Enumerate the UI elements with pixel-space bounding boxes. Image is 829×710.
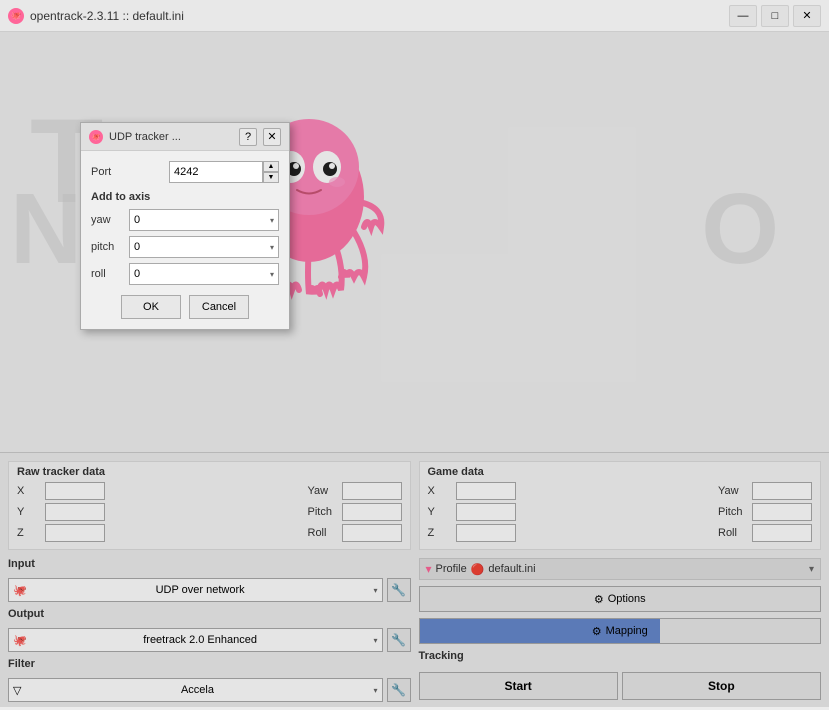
dialog-app-icon: 🐙	[89, 130, 103, 144]
title-bar: 🐙 opentrack-2.3.11 :: default.ini — □ ✕	[0, 0, 829, 32]
udp-tracker-dialog: 🐙 UDP tracker ... ? ✕ Port 4242 ▲ ▼	[80, 122, 290, 330]
ok-button[interactable]: OK	[121, 295, 181, 319]
dialog-help-button[interactable]: ?	[239, 128, 257, 146]
add-to-axis-label: Add to axis	[91, 191, 279, 203]
pitch-axis-value: 0	[134, 241, 140, 253]
window-title: opentrack-2.3.11 :: default.ini	[30, 9, 729, 23]
dialog-buttons: OK Cancel	[91, 295, 279, 319]
port-spinner: ▲ ▼	[263, 161, 279, 183]
yaw-axis-row: yaw 0 ▾	[91, 209, 279, 231]
roll-axis-row: roll 0 ▾	[91, 263, 279, 285]
maximize-button[interactable]: □	[761, 5, 789, 27]
yaw-axis-chevron-icon: ▾	[270, 216, 274, 225]
port-up-button[interactable]: ▲	[263, 161, 279, 172]
port-down-button[interactable]: ▼	[263, 172, 279, 183]
pitch-axis-select[interactable]: 0 ▾	[129, 236, 279, 258]
roll-axis-value: 0	[134, 268, 140, 280]
yaw-axis-select[interactable]: 0 ▾	[129, 209, 279, 231]
roll-axis-chevron-icon: ▾	[270, 270, 274, 279]
dialog-title-bar: 🐙 UDP tracker ... ? ✕	[81, 123, 289, 151]
port-value: 4242	[174, 166, 198, 178]
dialog-title: UDP tracker ...	[109, 131, 233, 143]
port-input[interactable]: 4242	[169, 161, 263, 183]
app-icon: 🐙	[8, 8, 24, 24]
roll-axis-select[interactable]: 0 ▾	[129, 263, 279, 285]
roll-axis-label: roll	[91, 268, 121, 280]
pitch-axis-label: pitch	[91, 241, 121, 253]
main-content: T NO O Yaw pitch Pitch Roll Pitch Roll	[0, 32, 829, 707]
cancel-button[interactable]: Cancel	[189, 295, 249, 319]
port-row: Port 4242 ▲ ▼	[91, 161, 279, 183]
minimize-button[interactable]: —	[729, 5, 757, 27]
pitch-axis-chevron-icon: ▾	[270, 243, 274, 252]
dialog-body: Port 4242 ▲ ▼ Add to axis yaw 0	[81, 151, 289, 329]
pitch-axis-row: pitch 0 ▾	[91, 236, 279, 258]
close-button[interactable]: ✕	[793, 5, 821, 27]
yaw-axis-label: yaw	[91, 214, 121, 226]
port-label: Port	[91, 166, 161, 178]
dialog-close-button[interactable]: ✕	[263, 128, 281, 146]
window-controls: — □ ✕	[729, 5, 821, 27]
yaw-axis-value: 0	[134, 214, 140, 226]
